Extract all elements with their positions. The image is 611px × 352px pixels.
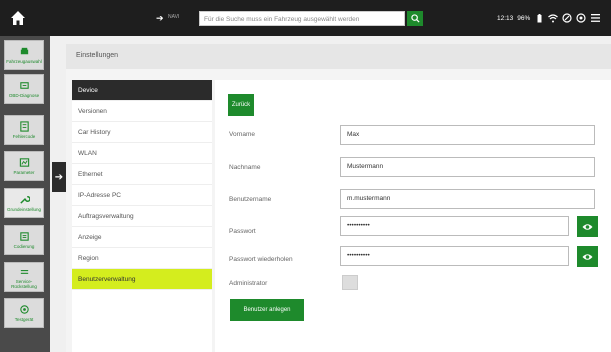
vorname-field[interactable]: Max <box>340 125 595 145</box>
battery-icon <box>534 13 544 23</box>
administrator-checkbox[interactable] <box>342 275 358 290</box>
sidebar-item-grundeinstellung[interactable]: Grundeinstellung <box>4 188 44 218</box>
status-area: 12:13 96% <box>497 13 600 23</box>
passwort-label: Passwort <box>229 228 256 235</box>
menu-item-versionen[interactable]: Versionen <box>72 101 212 122</box>
sidebar-item-label: Fahrzeugauswahl <box>6 59 42 64</box>
sidebar-item-label: Service-Rückstellung <box>11 278 37 289</box>
sidebar-item-obd-diagnose[interactable]: OBD-Diagnose <box>4 74 44 104</box>
car-icon <box>20 47 28 55</box>
search-input[interactable]: Für die Suche muss ein Fahrzeug ausgewäh… <box>199 11 405 26</box>
clock: 12:13 <box>497 14 514 22</box>
sidebar: Fahrzeugauswahl OBD-Diagnose Fehlercode … <box>0 36 50 352</box>
sidebar-item-fehlercode[interactable]: Fehlercode <box>4 115 44 145</box>
tester-icon <box>19 305 29 314</box>
back-button[interactable]: Zurück <box>228 94 254 116</box>
menu-item-device[interactable]: Device <box>72 80 212 101</box>
benutzername-field[interactable]: m.mustermann <box>340 189 595 209</box>
page-header: Einstellungen <box>66 44 611 69</box>
show-password-repeat-button[interactable] <box>577 246 598 267</box>
passwort-wiederholen-field[interactable]: •••••••••• <box>340 246 569 266</box>
settings-menu: Device Versionen Car History WLAN Ethern… <box>72 80 212 352</box>
create-user-button[interactable]: Benutzer anlegen <box>230 299 304 321</box>
sidebar-item-label: Fehlercode <box>12 134 36 139</box>
page-title: Einstellungen <box>76 52 119 59</box>
navigation-icon[interactable]: ➔ <box>156 13 164 24</box>
menu-item-benutzerverwaltung[interactable]: Benutzerverwaltung <box>72 269 212 290</box>
passwort-field[interactable]: •••••••••• <box>340 216 569 236</box>
compass-icon[interactable] <box>562 13 572 23</box>
top-bar: ➔ NAVI Für die Suche muss ein Fahrzeug a… <box>0 0 611 36</box>
error-code-icon <box>19 121 29 132</box>
menu-item-wlan[interactable]: WLAN <box>72 143 212 164</box>
wifi-icon <box>548 13 559 23</box>
nachname-label: Nachname <box>229 164 261 171</box>
sidebar-item-testgeraet[interactable]: Testgerät <box>4 298 44 328</box>
nav-label: NAVI <box>168 14 180 20</box>
nachname-field[interactable]: Mustermann <box>340 157 595 177</box>
eye-icon <box>582 223 593 230</box>
eye-icon <box>582 253 593 260</box>
menu-item-region[interactable]: Region <box>72 248 212 269</box>
battery-level: 96% <box>517 14 531 22</box>
menu-item-car-history[interactable]: Car History <box>72 122 212 143</box>
wrench-icon <box>19 196 30 204</box>
benutzername-label: Benutzername <box>229 196 272 203</box>
settings-icon[interactable] <box>576 13 586 23</box>
sidebar-item-label: Grundeinstellung <box>6 207 42 212</box>
vorname-label: Vorname <box>229 131 256 138</box>
menu-item-ip-adresse-pc[interactable]: IP-Adresse PC <box>72 185 212 206</box>
menu-item-anzeige[interactable]: Anzeige <box>72 227 212 248</box>
menu-item-ethernet[interactable]: Ethernet <box>72 164 212 185</box>
sidebar-expand-arrow[interactable]: ➔ <box>52 162 66 192</box>
sidebar-item-fahrzeugauswahl[interactable]: Fahrzeugauswahl <box>4 40 44 70</box>
search-button[interactable] <box>407 11 423 26</box>
passwort-wiederholen-label: Passwort wiederholen <box>229 256 293 263</box>
menu-item-auftragsverwaltung[interactable]: Auftragsverwaltung <box>72 206 212 227</box>
service-icon <box>20 269 28 274</box>
show-password-button[interactable] <box>577 216 598 237</box>
obd-icon <box>19 82 29 89</box>
sidebar-item-codierung[interactable]: Codierung <box>4 225 44 255</box>
sidebar-item-parameter[interactable]: Parameter <box>4 151 44 181</box>
sidebar-item-label: Codierung <box>13 244 35 249</box>
home-icon[interactable] <box>10 10 26 26</box>
search-icon <box>410 14 420 23</box>
sidebar-item-label: Testgerät <box>14 317 34 322</box>
menu-icon[interactable] <box>590 13 600 23</box>
arrow-right-icon: ➔ <box>54 171 64 183</box>
parameter-icon <box>19 158 29 167</box>
sidebar-item-label: OBD-Diagnose <box>8 93 40 98</box>
sidebar-item-label: Parameter <box>13 170 35 175</box>
coding-icon <box>19 232 29 241</box>
administrator-label: Administrator <box>229 280 268 287</box>
sidebar-item-service-rueckstellung[interactable]: Service-Rückstellung <box>4 262 44 292</box>
